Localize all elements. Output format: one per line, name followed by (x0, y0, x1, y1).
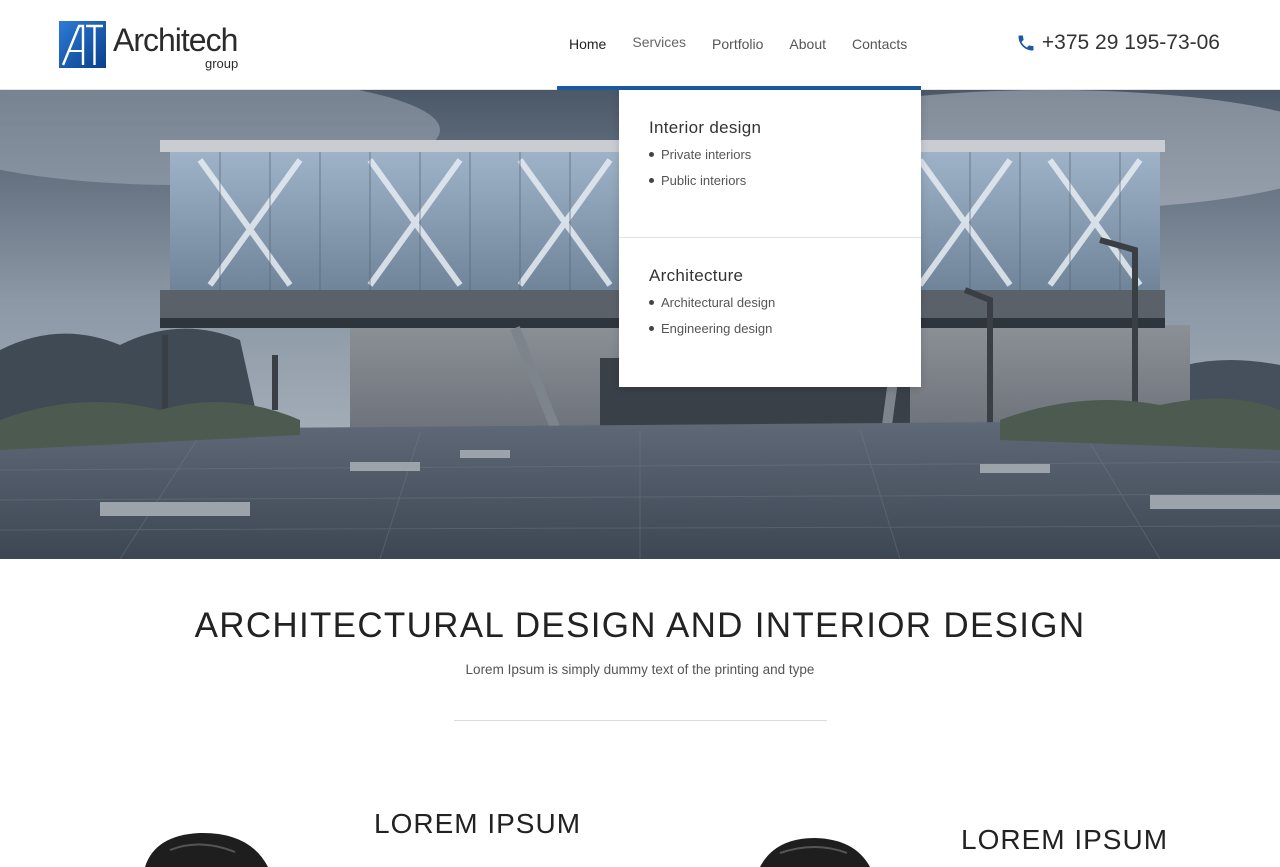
phone-icon (1018, 35, 1034, 51)
logo-subtitle: group (205, 56, 239, 71)
dropdown-link-engineering-design[interactable]: Engineering design (649, 321, 775, 336)
dropdown-group-architecture: Architecture Architectural design Engine… (649, 266, 775, 347)
phone-contact[interactable]: +375 29 195-73-06 (1016, 31, 1220, 55)
nav-home[interactable]: Home (569, 34, 606, 54)
section-divider (454, 720, 827, 721)
dropdown-link-label: Public interiors (661, 173, 747, 188)
nav-about[interactable]: About (789, 34, 826, 54)
services-dropdown: Interior design Private interiors Public… (619, 90, 921, 387)
site-header: Architech group Home Services Portfolio … (0, 0, 1280, 90)
dropdown-link-label: Engineering design (661, 321, 773, 336)
portrait-image (760, 838, 870, 867)
bullet-icon (649, 152, 654, 157)
dropdown-link-architectural-design[interactable]: Architectural design (649, 295, 775, 310)
logo[interactable]: Architech group (59, 20, 249, 74)
logo-name: Architech (113, 22, 238, 58)
section-subtitle: Lorem Ipsum is simply dummy text of the … (465, 662, 815, 677)
dropdown-link-label: Architectural design (661, 295, 776, 310)
section-title: ARCHITECTURAL DESIGN AND INTERIOR DESIGN (194, 606, 1086, 645)
phone-number: +375 29 195-73-06 (1041, 31, 1220, 54)
bullet-icon (649, 178, 654, 183)
nav-portfolio[interactable]: Portfolio (712, 34, 763, 54)
nav-contacts[interactable]: Contacts (852, 34, 907, 54)
dropdown-group-interior: Interior design Private interiors Public… (649, 118, 761, 199)
dropdown-link-private-interiors[interactable]: Private interiors (649, 147, 761, 162)
dropdown-divider (619, 237, 921, 238)
dropdown-group-title[interactable]: Interior design (649, 118, 761, 138)
nav-services[interactable]: Services (632, 32, 686, 52)
architech-logo-icon (59, 21, 106, 68)
portrait-image (145, 832, 268, 867)
main-nav: Home Services Portfolio About Contacts (569, 34, 933, 54)
card-title: LOREM IPSUM (961, 824, 1169, 855)
dropdown-group-title[interactable]: Architecture (649, 266, 775, 286)
bullet-icon (649, 300, 654, 305)
dropdown-link-label: Private interiors (661, 147, 752, 162)
bullet-icon (649, 326, 654, 331)
card-title: LOREM IPSUM (374, 808, 582, 839)
dropdown-link-public-interiors[interactable]: Public interiors (649, 173, 761, 188)
